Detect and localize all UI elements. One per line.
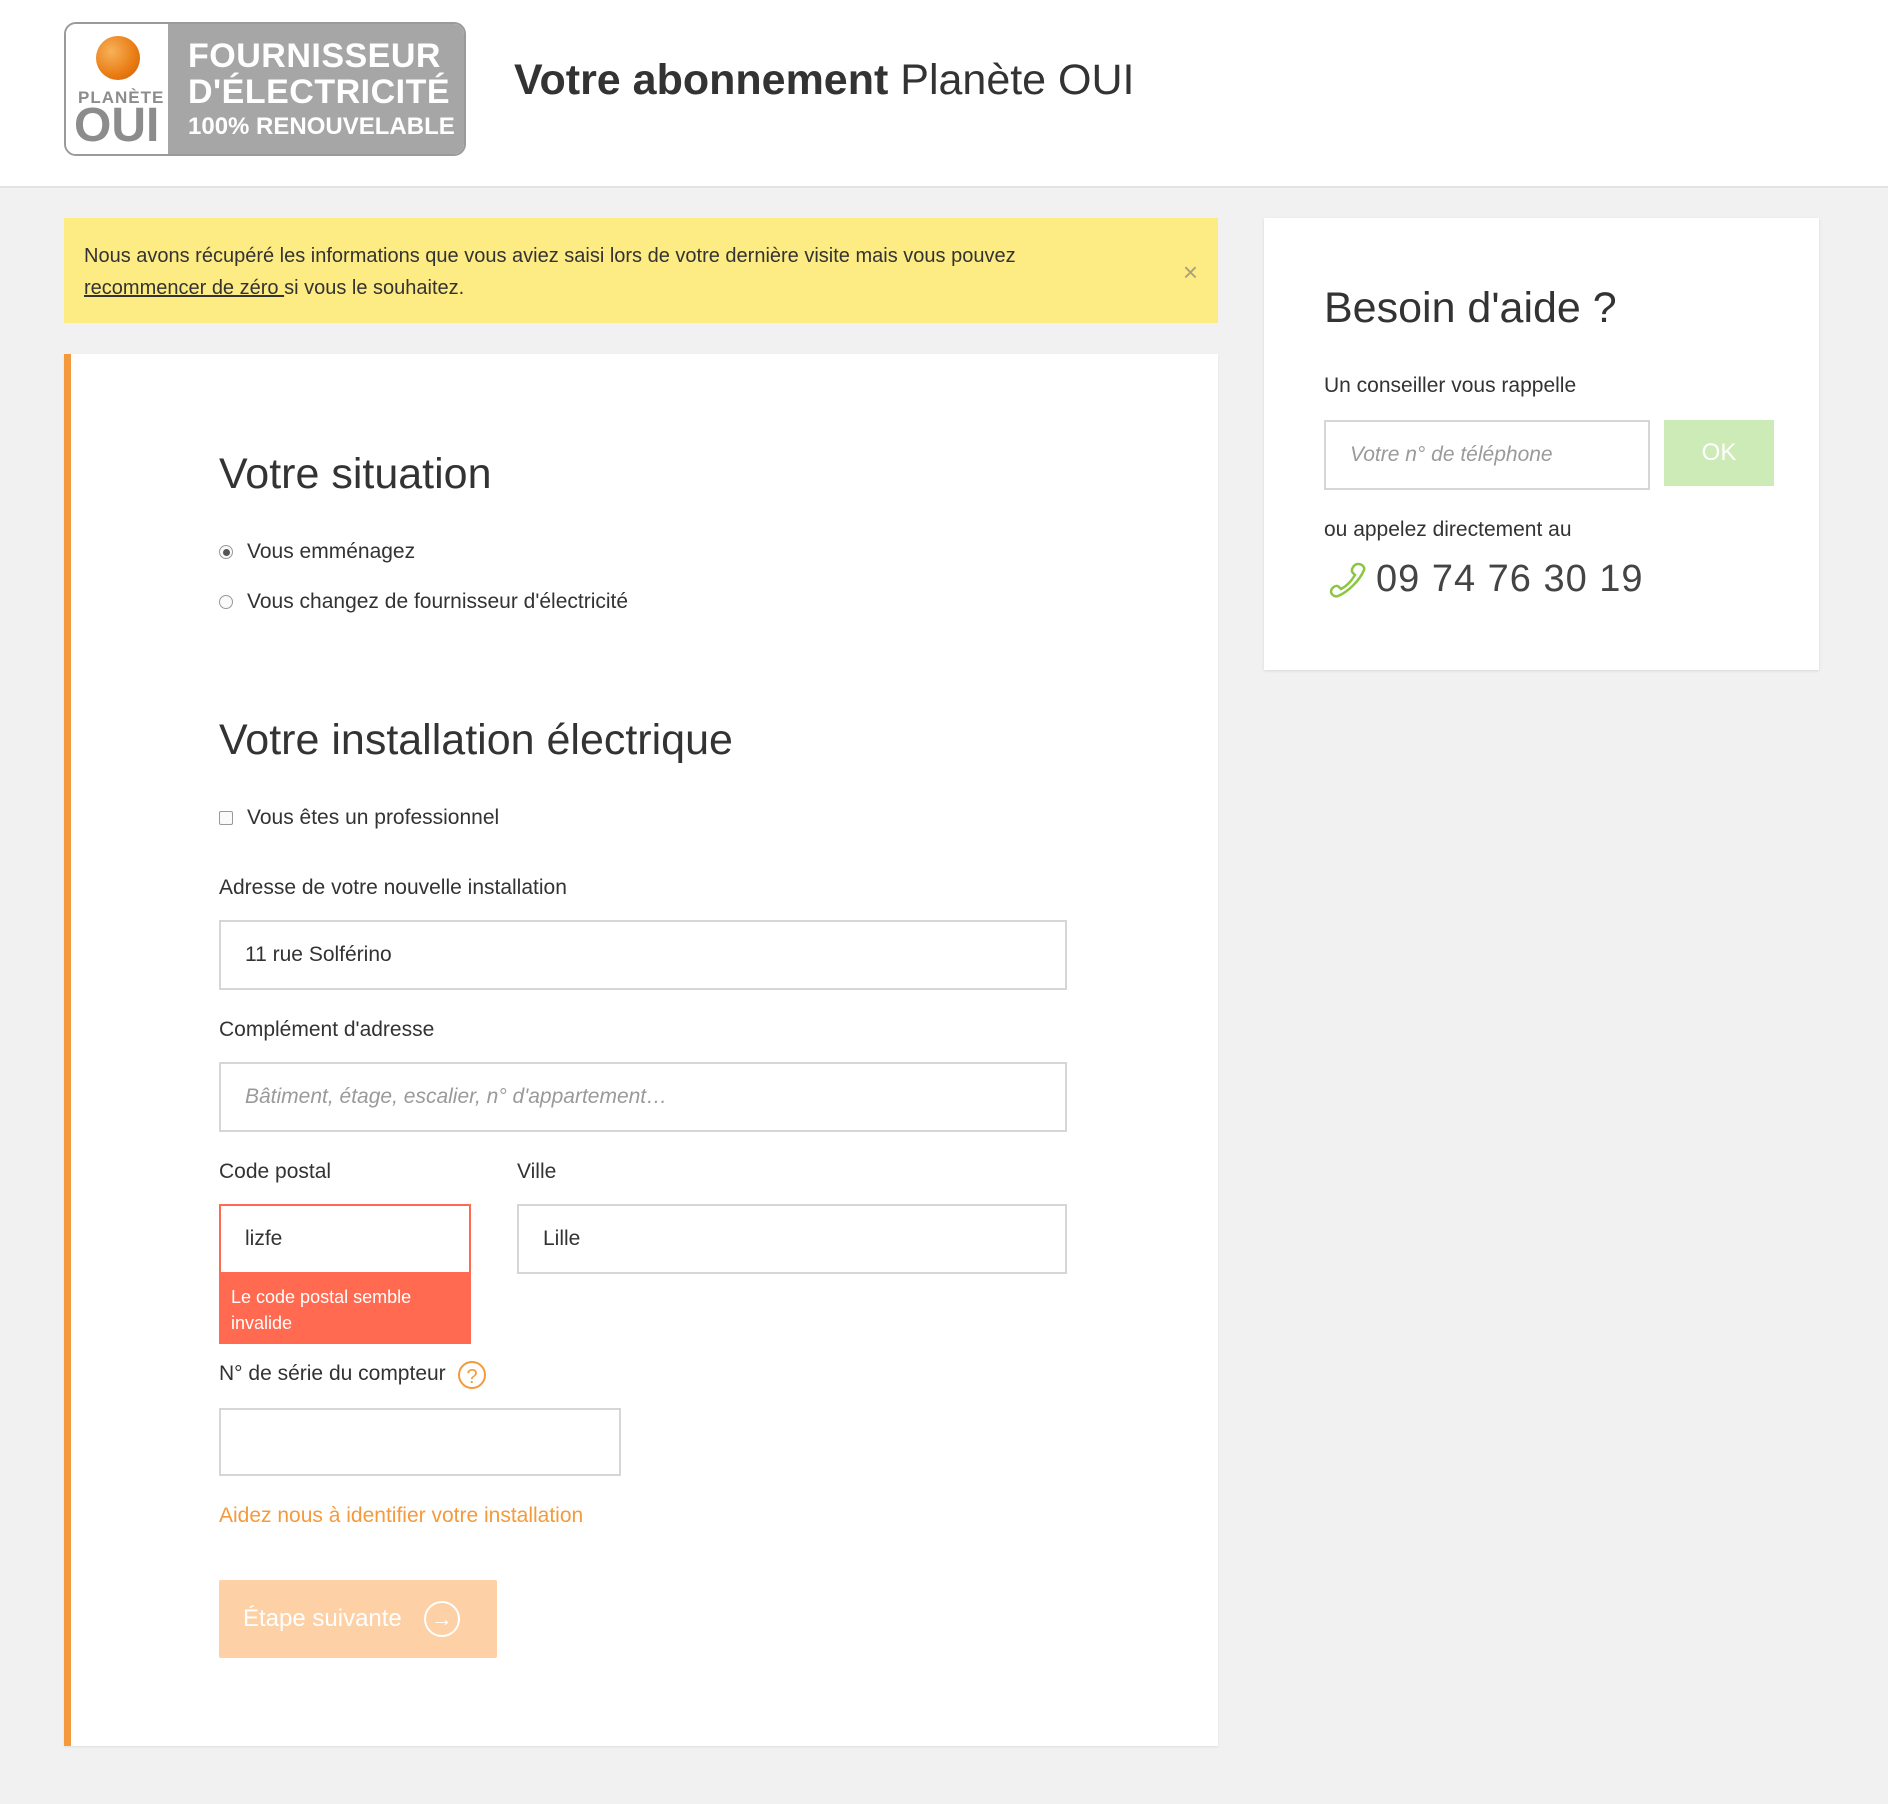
arrow-right-circle-icon: → (423, 1601, 460, 1637)
logo-tagline-line2: D'ÉLECTRICITÉ (188, 73, 451, 111)
radio-change-supplier[interactable]: Vous changez de fournisseur d'électricit… (219, 590, 628, 614)
checkbox[interactable] (219, 811, 233, 825)
close-icon[interactable]: × (1183, 256, 1198, 288)
radio-button[interactable] (219, 545, 233, 559)
logo-tagline-line1: FOURNISSEUR (188, 37, 441, 75)
ok-button[interactable]: OK (1664, 420, 1774, 486)
radio-button[interactable] (219, 595, 233, 609)
phone-row: 09 74 76 30 19 (1328, 558, 1644, 601)
radio-moving-in[interactable]: Vous emménagez (219, 540, 415, 564)
restore-info-alert: Nous avons récupéré les informations que… (64, 218, 1218, 323)
meter-serial-input[interactable] (219, 1408, 621, 1476)
page-title-light: Planète OUI (888, 56, 1135, 104)
installation-title: Votre installation électrique (219, 716, 733, 764)
identify-installation-link[interactable]: Aidez nous à identifier votre installati… (219, 1504, 583, 1528)
next-step-button[interactable]: Étape suivante → (219, 1580, 497, 1658)
professional-checkbox[interactable]: Vous êtes un professionnel (219, 806, 499, 830)
globe-icon (96, 36, 140, 80)
phone-number[interactable]: 09 74 76 30 19 (1376, 558, 1644, 601)
planete-oui-logo[interactable]: PLANÈTE OUI FOURNISSEUR D'ÉLECTRICITÉ 10… (64, 22, 466, 156)
call-directly-label: ou appelez directement au (1324, 518, 1572, 541)
checkbox-label: Vous êtes un professionnel (247, 806, 500, 829)
next-step-label: Étape suivante (243, 1605, 402, 1632)
postal-code-error: Le code postal semble invalide (219, 1272, 471, 1344)
help-panel: Besoin d'aide ? Un conseiller vous rappe… (1264, 218, 1819, 670)
complement-label: Complément d'adresse (219, 1018, 435, 1041)
postal-code-label: Code postal (219, 1160, 332, 1183)
postal-code-input[interactable]: lizfe (219, 1204, 471, 1274)
address-input[interactable]: 11 rue Solférino (219, 920, 1067, 990)
radio-label: Vous changez de fournisseur d'électricit… (247, 590, 629, 613)
alert-text-end: si vous le souhaitez. (284, 277, 465, 299)
page-title-bold: Votre abonnement (514, 56, 889, 104)
callback-label: Un conseiller vous rappelle (1324, 374, 1577, 397)
logo-brand-big: OUI (74, 99, 160, 152)
subscription-form: Votre situation Vous emménagez Vous chan… (64, 354, 1218, 1746)
complement-input[interactable]: Bâtiment, étage, escalier, n° d'appartem… (219, 1062, 1067, 1132)
logo-tagline-line3: 100% RENOUVELABLE (188, 113, 455, 140)
help-icon[interactable]: ? (458, 1361, 486, 1389)
city-label: Ville (517, 1160, 557, 1183)
situation-title: Votre situation (219, 450, 492, 498)
phone-icon (1329, 562, 1366, 598)
phone-input[interactable]: Votre n° de téléphone (1324, 420, 1650, 490)
logo-tagline: FOURNISSEUR D'ÉLECTRICITÉ 100% RENOUVELA… (168, 24, 464, 154)
address-label: Adresse de votre nouvelle installation (219, 876, 567, 899)
meter-serial-label: N° de série du compteur (219, 1362, 446, 1385)
restart-link[interactable]: recommencer de zéro (84, 277, 284, 299)
page-title: Votre abonnement Planète OUI (514, 56, 1135, 105)
header: PLANÈTE OUI FOURNISSEUR D'ÉLECTRICITÉ 10… (0, 0, 1888, 188)
alert-text: Nous avons récupéré les informations que… (84, 245, 1016, 267)
help-title: Besoin d'aide ? (1324, 284, 1617, 332)
city-input[interactable]: Lille (517, 1204, 1067, 1274)
radio-label: Vous emménagez (247, 540, 416, 563)
logo-brand: PLANÈTE OUI (66, 24, 168, 154)
